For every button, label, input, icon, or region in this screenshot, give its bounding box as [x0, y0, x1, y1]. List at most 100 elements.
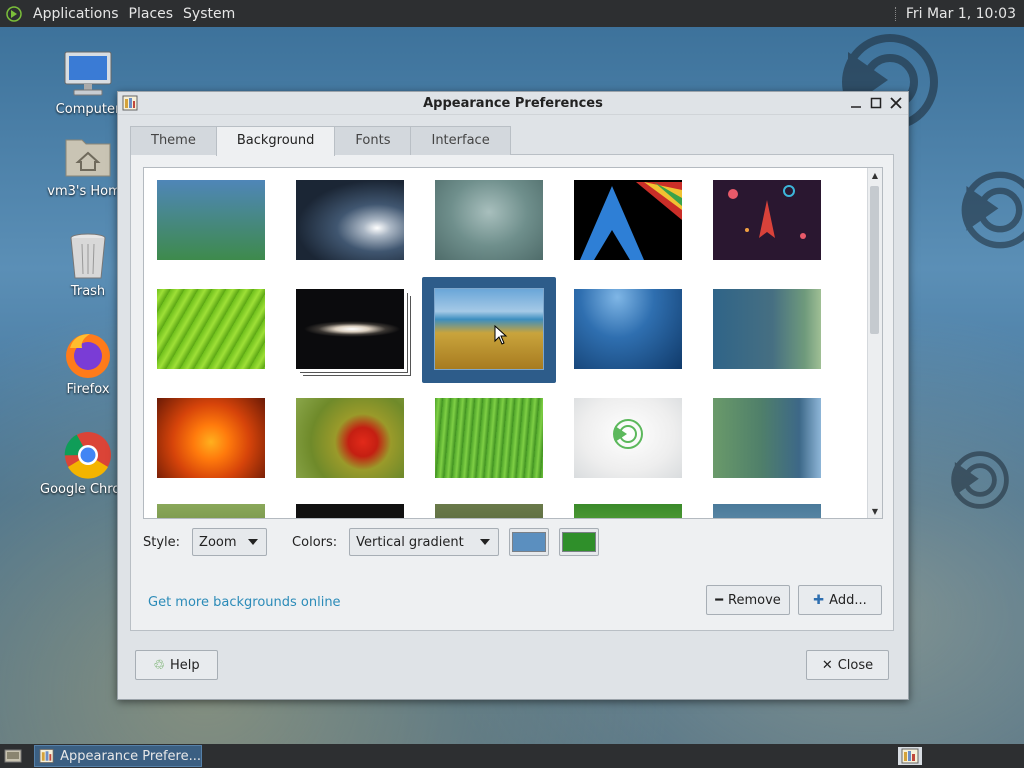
minus-icon: ━ — [715, 592, 724, 608]
colors-value: Vertical gradient — [356, 534, 464, 550]
wallpaper-thumbnail[interactable] — [561, 168, 695, 274]
window-titlebar[interactable]: Appearance Preferences — [118, 92, 908, 115]
appearance-app-icon[interactable] — [122, 95, 138, 111]
wallpaper-image — [157, 504, 265, 518]
distro-logo-icon[interactable] — [6, 5, 22, 22]
gallery-scrollbar[interactable]: ▲ ▼ — [867, 168, 882, 518]
wallpaper-image — [296, 504, 404, 518]
style-label: Style: — [143, 534, 181, 550]
tray-appearance-icon[interactable] — [898, 747, 922, 765]
wallpaper-thumbnail[interactable] — [283, 386, 417, 492]
maximize-button[interactable] — [868, 95, 884, 111]
wallpaper-logo-icon — [951, 451, 1009, 509]
arch-rainbow-art — [580, 182, 682, 260]
wallpaper-gallery[interactable]: ▲ ▼ — [143, 167, 883, 519]
add-button[interactable]: ✚ Add... — [798, 585, 882, 615]
wallpaper-thumbnail[interactable] — [144, 168, 278, 274]
system-menu[interactable]: System — [178, 6, 240, 22]
wallpaper-image — [296, 180, 404, 260]
wallpaper-image — [296, 289, 404, 369]
places-menu[interactable]: Places — [124, 6, 179, 22]
help-label: Help — [170, 657, 200, 673]
computer-icon — [64, 51, 112, 96]
wallpaper-thumbnail[interactable] — [283, 492, 417, 518]
firefox-icon — [66, 334, 110, 378]
help-button[interactable]: ♲ Help — [135, 650, 218, 680]
wallpaper-image — [157, 398, 265, 478]
tab-fonts[interactable]: Fonts — [334, 126, 412, 155]
secondary-color-button[interactable] — [559, 528, 600, 556]
wallpaper-thumbnail[interactable] — [422, 386, 556, 492]
wallpaper-image — [435, 504, 543, 518]
wallpaper-thumbnail[interactable] — [144, 386, 278, 492]
colors-combo[interactable]: Vertical gradient — [349, 528, 500, 556]
wallpaper-logo-icon — [961, 171, 1024, 249]
wallpaper-image — [435, 180, 543, 260]
tab-background[interactable]: Background — [215, 126, 336, 156]
minimize-icon — [851, 106, 861, 108]
window-title: Appearance Preferences — [423, 95, 603, 111]
wallpaper-thumbnail[interactable] — [700, 386, 834, 492]
close-button[interactable]: ✕ Close — [806, 650, 889, 680]
wallpaper-thumbnail[interactable] — [283, 277, 417, 383]
primary-color-button[interactable] — [509, 528, 550, 556]
wallpaper-image — [574, 289, 682, 369]
home-folder-icon — [65, 139, 111, 177]
colors-label: Colors: — [292, 534, 338, 550]
appearance-app-icon — [39, 748, 54, 764]
wallpaper-thumbnail[interactable] — [283, 168, 417, 274]
plus-icon: ✚ — [813, 592, 825, 608]
background-tab-page: ▲ ▼ Style: Zoom Colors: Vertical gradien… — [130, 154, 894, 631]
style-row: Style: Zoom Colors: Vertical gradient — [143, 527, 600, 557]
wallpaper-thumbnail[interactable] — [700, 492, 834, 518]
wallpaper-image — [434, 288, 544, 370]
show-desktop-icon[interactable] — [4, 748, 22, 764]
tab-theme[interactable]: Theme — [130, 126, 217, 155]
wallpaper-thumbnail-selected[interactable] — [422, 277, 556, 383]
wallpaper-image — [713, 289, 821, 369]
scroll-down-icon[interactable]: ▼ — [868, 504, 882, 518]
wallpaper-image — [713, 504, 821, 518]
close-window-button[interactable] — [888, 95, 904, 111]
scrollbar-thumb[interactable] — [870, 186, 879, 334]
preferences-notebook: Theme Background Fonts Interface ▲ ▼ Sty… — [130, 126, 894, 632]
wallpaper-thumbnail[interactable] — [700, 168, 834, 274]
wallpaper-thumbnail[interactable] — [144, 492, 278, 518]
tab-interface[interactable]: Interface — [410, 126, 511, 155]
appearance-preferences-window: Appearance Preferences Theme Background … — [117, 91, 909, 700]
wallpaper-image — [713, 398, 821, 478]
remove-button[interactable]: ━ Remove — [706, 585, 790, 615]
secondary-color-swatch — [562, 532, 597, 552]
chevron-down-icon — [248, 539, 259, 545]
remove-label: Remove — [728, 592, 781, 608]
applications-menu[interactable]: Applications — [28, 6, 124, 22]
wallpaper-thumbnail[interactable] — [561, 277, 695, 383]
wallpaper-thumbnail[interactable] — [144, 277, 278, 383]
chevron-down-icon — [480, 539, 491, 545]
wallpaper-thumbnail[interactable] — [422, 492, 556, 518]
panel-separator — [894, 6, 898, 21]
wallpaper-image — [435, 398, 543, 478]
mouse-cursor-icon — [494, 325, 508, 345]
clock[interactable]: Fri Mar 1, 10:03 — [906, 6, 1016, 22]
get-more-backgrounds-link[interactable]: Get more backgrounds online — [148, 595, 341, 610]
distro-logo-icon — [613, 419, 643, 449]
wallpaper-thumbnail[interactable] — [561, 386, 695, 492]
rocket-space-art — [728, 185, 806, 239]
style-value: Zoom — [199, 534, 237, 550]
top-panel: Applications Places System Fri Mar 1, 10… — [0, 0, 1024, 27]
wallpaper-image — [296, 398, 404, 478]
wallpaper-thumbnail[interactable] — [561, 492, 695, 518]
tab-bar: Theme Background Fonts Interface — [130, 126, 894, 156]
wallpaper-thumbnail[interactable] — [700, 277, 834, 383]
add-label: Add... — [829, 592, 867, 608]
style-combo[interactable]: Zoom — [192, 528, 268, 556]
wallpaper-image — [157, 180, 265, 260]
wallpaper-thumbnail[interactable] — [422, 168, 556, 274]
scroll-up-icon[interactable]: ▲ — [868, 168, 882, 182]
bottom-panel: Appearance Prefere... — [0, 744, 1024, 768]
minimize-button[interactable] — [848, 95, 864, 111]
taskbar-item-appearance[interactable]: Appearance Prefere... — [34, 745, 202, 767]
chrome-icon — [64, 432, 111, 479]
close-icon: ✕ — [821, 657, 833, 673]
